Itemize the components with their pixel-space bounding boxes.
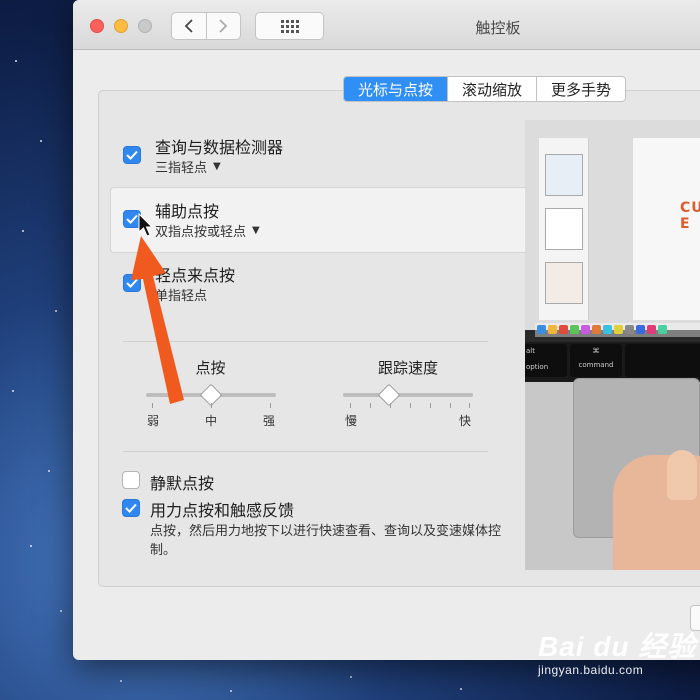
tap-to-click-sub: 单指轻点 (155, 285, 207, 304)
click-max-label: 强 (263, 414, 276, 428)
tick-mark (350, 403, 351, 408)
tick-mark (390, 403, 391, 408)
preview-doc-text: CU E (680, 200, 700, 232)
secondary-click-checkbox[interactable] (123, 210, 141, 228)
tick-mark (410, 403, 411, 408)
preview-key-command: ⌘ command (570, 344, 622, 377)
trackpad-preferences-window: 触控板 光标与点按 滚动缩放 更多手势 查询与数据检测器 三指轻点 ▼ 辅助点按… (73, 0, 700, 660)
lookup-checkbox[interactable] (123, 146, 141, 164)
tab-point-and-click[interactable]: 光标与点按 (344, 77, 448, 101)
preview-finger (667, 450, 697, 500)
chevron-down-icon: ▼ (252, 225, 260, 236)
tap-to-click-label: 单指轻点 (155, 289, 208, 304)
preview-key-space (625, 344, 700, 377)
divider (123, 451, 488, 452)
tab-more-gestures[interactable]: 更多手势 (536, 77, 625, 101)
click-min-label: 弱 (147, 414, 160, 428)
tick-mark (469, 403, 470, 408)
window-title: 触控板 (475, 19, 521, 37)
tick-mark (152, 403, 153, 408)
click-slider-label: 点按 (195, 359, 226, 377)
lookup-gesture-label: 三指轻点 (155, 161, 208, 176)
tracking-min-label: 慢 (345, 414, 358, 428)
tick-mark (370, 403, 371, 408)
silent-click-checkbox[interactable] (122, 471, 140, 489)
tick-mark (270, 403, 271, 408)
tracking-max-label: 快 (459, 414, 472, 428)
watermark-logo: Bai du 经验 (538, 631, 697, 662)
tick-mark (430, 403, 431, 408)
baidu-jingyan-watermark: Bai du 经验 jingyan.baidu.com (538, 625, 696, 677)
preview-key-option: alt option (525, 344, 567, 377)
tracking-speed-label: 跟踪速度 (377, 359, 438, 377)
secondary-click-title: 辅助点按 (155, 202, 220, 221)
preview-keyboard: alt option ⌘ command (525, 342, 700, 382)
force-click-description: 点按，然后用力地按下以进行快速查看、查询以及变速媒体控制。 (150, 524, 502, 558)
preview-laptop-screen: CU E (525, 120, 700, 337)
watermark-url: jingyan.baidu.com (538, 663, 644, 677)
tap-to-click-checkbox[interactable] (123, 274, 141, 292)
tap-to-click-title: 轻点来点按 (155, 266, 236, 285)
tab-scroll-zoom[interactable]: 滚动缩放 (447, 77, 536, 101)
checkmark-icon (126, 214, 138, 224)
lookup-title: 查询与数据检测器 (155, 138, 284, 157)
force-click-checkbox[interactable] (122, 499, 140, 517)
lookup-gesture-popup[interactable]: 三指轻点 ▼ (155, 157, 221, 176)
checkmark-icon (125, 503, 137, 513)
gesture-preview-video: CU E alt option ⌘ command (525, 120, 700, 570)
tick-mark (211, 403, 212, 408)
checkmark-icon (126, 150, 138, 160)
divider (123, 341, 488, 342)
secondary-click-popup[interactable]: 双指点按或轻点 ▼ (155, 221, 260, 240)
secondary-click-label: 双指点按或轻点 (155, 225, 247, 240)
tick-mark (450, 403, 451, 408)
silent-click-label: 静默点按 (150, 474, 215, 493)
tab-bar: 光标与点按 滚动缩放 更多手势 (343, 76, 627, 102)
preview-dock (535, 323, 700, 337)
click-mid-label: 中 (205, 414, 218, 428)
chevron-down-icon: ▼ (213, 161, 221, 172)
checkmark-icon (126, 278, 138, 288)
preview-thumbnails (539, 138, 589, 320)
tracking-slider-track[interactable] (343, 393, 473, 397)
force-click-label: 用力点按和触感反馈 (150, 501, 295, 520)
title-bar: 触控板 (73, 0, 700, 50)
